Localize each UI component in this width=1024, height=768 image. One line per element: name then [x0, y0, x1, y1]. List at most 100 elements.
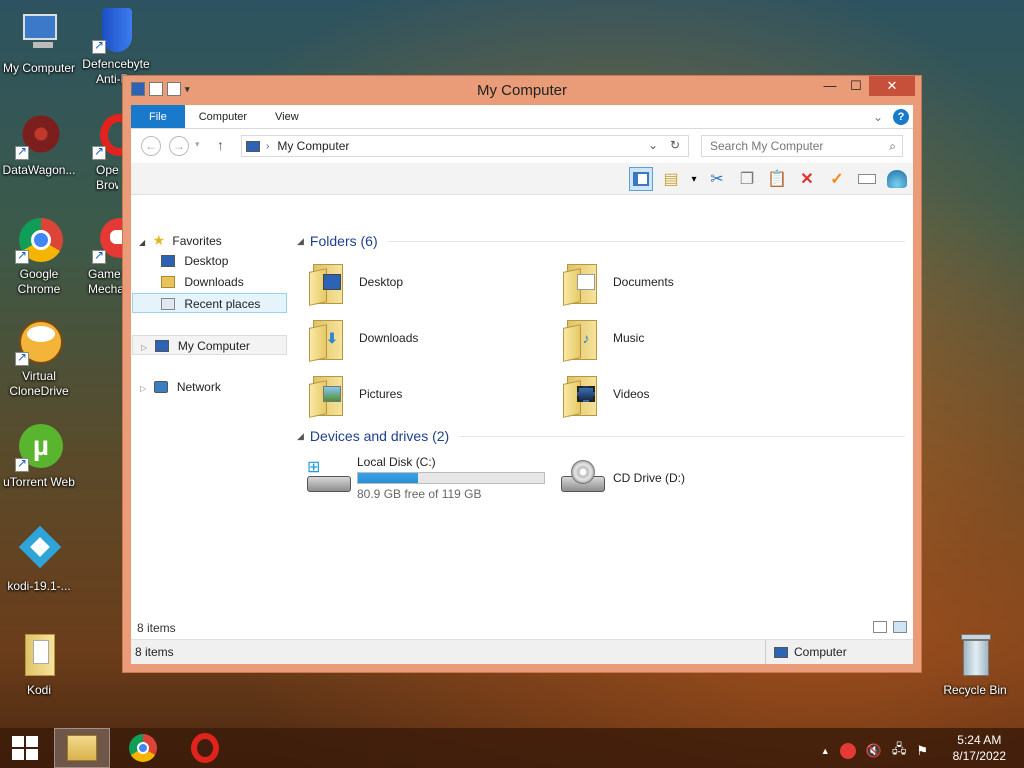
preview-pane-button[interactable] [629, 167, 653, 191]
nav-downloads[interactable]: Downloads [161, 272, 244, 292]
minimize-button[interactable]: — [817, 76, 843, 96]
help-button[interactable]: ? [893, 109, 909, 125]
folder-pictures[interactable]: Pictures [309, 369, 549, 419]
folder-label: Downloads [359, 331, 419, 345]
disk-usage-bar [357, 472, 545, 484]
ribbon-controls: ⌄ ? [873, 109, 909, 125]
shortcut-arrow-icon [15, 144, 29, 160]
taskbar: ▲ 🔇 🖧 ⚑ 5:24 AM 8/17/2022 [0, 728, 1024, 768]
taskbar-opera[interactable] [180, 728, 230, 768]
window-body: File Computer View ⌄ ? ← → ▾ ↑ › My Comp… [131, 105, 913, 664]
dropdown-button[interactable]: ▾ [689, 167, 699, 191]
collapse-triangle-icon[interactable]: ◢ [297, 236, 304, 247]
nav-favorites[interactable]: ◢ ★ Favorites [139, 230, 222, 250]
properties-button[interactable]: ▤ [659, 167, 683, 191]
maximize-button[interactable]: ☐ [843, 76, 869, 96]
refresh-icon[interactable]: ↻ [670, 138, 680, 152]
drives-group-header[interactable]: ◢ Devices and drives (2) [297, 428, 905, 444]
preview-pane-icon [633, 172, 649, 186]
nav-my-computer[interactable]: ▷ My Computer [132, 335, 287, 355]
shell-button[interactable] [885, 167, 909, 191]
close-button[interactable]: ✕ [869, 76, 915, 96]
show-hidden-icons-icon[interactable]: ▲ [821, 746, 830, 756]
desktop-icon-virtual-clonedrive[interactable]: Virtual CloneDrive [1, 318, 77, 399]
breadcrumb-my-computer[interactable]: My Computer [277, 139, 349, 153]
clipboard-icon: 📋 [767, 171, 787, 188]
tab-file[interactable]: File [131, 105, 185, 128]
search-icon[interactable]: ⌕ [889, 136, 896, 156]
back-button[interactable]: ← [141, 136, 161, 156]
folders-group-header[interactable]: ◢ Folders (6) [297, 233, 905, 249]
folder-music[interactable]: ♪ Music [563, 313, 803, 363]
desktop-icon-label: DataWagon... [2, 163, 76, 177]
folder-documents[interactable]: Documents [563, 257, 803, 307]
view-switcher [873, 621, 907, 633]
desktop-icon-recycle-bin[interactable]: Recycle Bin [937, 632, 1013, 698]
chevron-down-icon[interactable]: ⌄ [873, 110, 883, 124]
pictures-folder-icon [309, 372, 349, 418]
music-folder-icon: ♪ [563, 316, 603, 362]
nav-network[interactable]: ▷ Network [140, 377, 221, 397]
ribbon-tabs: File Computer View ⌄ ? [131, 105, 913, 129]
videos-folder-icon [563, 372, 603, 418]
network-icon[interactable]: 🖧 [892, 740, 907, 762]
collapse-triangle-icon[interactable]: ◢ [297, 431, 304, 442]
taskbar-explorer[interactable] [54, 728, 110, 768]
gamepad-icon[interactable] [839, 743, 856, 759]
rename-button[interactable]: ✓ [825, 167, 849, 191]
breadcrumb-separator[interactable]: › [266, 141, 269, 152]
folder-label: Videos [613, 387, 650, 401]
action-center-icon[interactable]: ⚑ [916, 743, 928, 759]
desktop-icon-google-chrome[interactable]: Google Chrome [1, 216, 77, 297]
rename-field-button[interactable] [855, 167, 879, 191]
window-title: My Computer [476, 82, 568, 99]
desktop-icon-label: Ope Brow [96, 163, 118, 192]
large-icons-view-icon[interactable] [893, 621, 907, 633]
cut-button[interactable]: ✂ [705, 167, 729, 191]
address-field[interactable]: › My Computer ⌄ ↻ [241, 135, 689, 157]
shortcut-arrow-icon [92, 144, 106, 160]
copy-button[interactable]: ❐ [735, 167, 759, 191]
expand-triangle-icon[interactable]: ▷ [141, 343, 147, 352]
clock[interactable]: 5:24 AM 8/17/2022 [953, 732, 1006, 764]
downloads-folder-icon [161, 276, 175, 288]
up-arrow-icon[interactable]: ↑ [217, 137, 224, 153]
nav-recent-places[interactable]: Recent places [132, 293, 287, 313]
start-button[interactable] [4, 728, 46, 768]
taskbar-chrome[interactable] [118, 728, 168, 768]
folder-label: Pictures [359, 387, 403, 401]
computer-icon [246, 140, 260, 152]
shortcut-arrow-icon [92, 38, 106, 54]
details-view-icon[interactable] [873, 621, 887, 633]
search-input[interactable]: Search My Computer ⌕ [701, 135, 903, 157]
utorrent-icon: µ [15, 424, 63, 472]
volume-muted-icon[interactable]: 🔇 [866, 743, 882, 759]
desktop-icon-utorrent-web[interactable]: µ uTorrent Web [1, 424, 77, 490]
desktop-icon-kodi-installer[interactable]: kodi-19.1-... [1, 525, 77, 594]
title-bar[interactable]: ▾ My Computer — ☐ ✕ [123, 76, 921, 104]
paste-button[interactable]: 📋 [765, 167, 789, 191]
folder-videos[interactable]: Videos [563, 369, 803, 419]
desktop-icon-my-computer[interactable]: My Computer [1, 10, 77, 76]
chevron-down-icon[interactable]: ⌄ [648, 138, 658, 152]
folder-desktop[interactable]: Desktop [309, 257, 549, 307]
expand-triangle-icon[interactable]: ▷ [140, 384, 146, 393]
tab-view[interactable]: View [261, 105, 313, 128]
folder-label: Desktop [359, 275, 404, 289]
status-bar: 8 items Computer [131, 640, 913, 664]
recent-locations-icon[interactable]: ▾ [195, 139, 200, 150]
recent-places-icon [161, 298, 175, 310]
desktop-icon-datawagon[interactable]: DataWagon... [1, 112, 77, 178]
folder-label: Documents [613, 275, 674, 289]
drive-cd-d[interactable]: CD Drive (D:) [559, 453, 799, 503]
tab-computer[interactable]: Computer [185, 105, 261, 128]
divider [459, 435, 905, 437]
nav-desktop[interactable]: Desktop [161, 251, 228, 271]
shortcut-arrow-icon [15, 248, 29, 264]
folder-downloads[interactable]: ⬇ Downloads [309, 313, 549, 363]
forward-button[interactable]: → [169, 136, 189, 156]
drive-local-disk-c[interactable]: ⊞ Local Disk (C:) 80.9 GB free of 119 GB [305, 451, 545, 505]
expand-triangle-icon[interactable]: ◢ [139, 238, 145, 247]
desktop-icon-kodi-folder[interactable]: Kodi [1, 632, 77, 698]
delete-button[interactable]: ✕ [795, 167, 819, 191]
